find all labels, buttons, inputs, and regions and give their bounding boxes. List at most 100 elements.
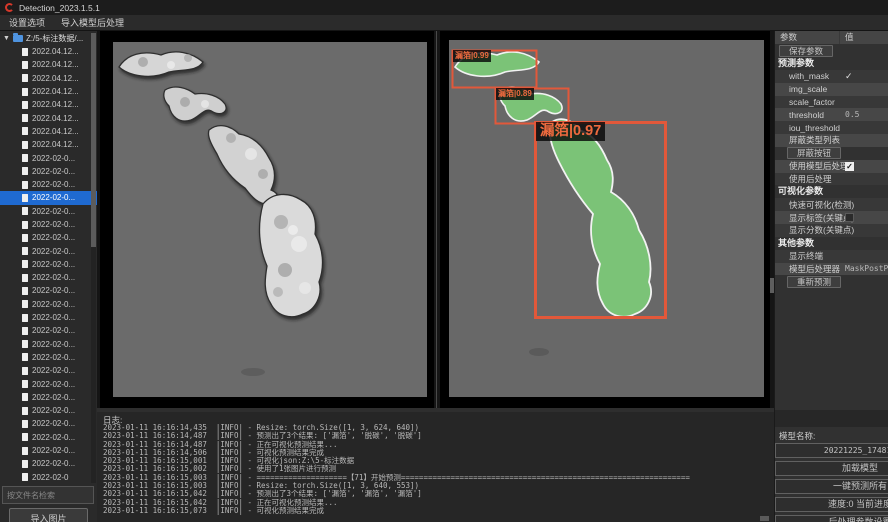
log-lines[interactable]: 2023-01-11 16:16:14,435 |INFO| - Resize:…	[103, 424, 764, 516]
param-row-scale-factor[interactable]: scale_factor	[775, 96, 888, 109]
app-icon	[5, 3, 14, 12]
param-row-use-postprocess[interactable]: 使用后处理	[775, 173, 888, 186]
file-icon	[22, 127, 28, 135]
file-icon	[22, 274, 28, 282]
param-row-show-terminal[interactable]: 显示终端	[775, 250, 888, 263]
tree-item[interactable]: 2022.04.12...	[0, 85, 97, 98]
mask-button[interactable]: 屏蔽按钮	[787, 147, 841, 159]
tree-item[interactable]: 2022-02-0...	[0, 231, 97, 244]
params-table-header: 参数 值	[775, 31, 888, 44]
tree-item-label: 2022-02-0...	[32, 446, 75, 455]
show-labels-checkbox[interactable]	[845, 213, 854, 222]
tree-item[interactable]: 2022-02-0...	[0, 431, 97, 444]
tree-item-label: 2022-02-0...	[32, 260, 75, 269]
center-area: 漏箔|0.99 漏箔|0.89 漏箔|0.97 日志: 2023-01-11 1…	[97, 31, 774, 522]
postprocess-settings-button[interactable]: 后处理参数设置	[775, 515, 888, 522]
tree-item[interactable]: 2022-02-0...	[0, 205, 97, 218]
file-icon	[22, 380, 28, 388]
expander-icon[interactable]: ▼	[3, 35, 10, 42]
file-icon	[22, 393, 28, 401]
file-icon	[22, 194, 28, 202]
tree-item[interactable]: 2022.04.12...	[0, 58, 97, 71]
tree-item-label: 2022-02-0...	[32, 326, 75, 335]
tree-item[interactable]: 2022.04.12...	[0, 98, 97, 111]
original-image-panel[interactable]	[100, 31, 434, 408]
tree-item-label: 2022-02-0...	[32, 193, 75, 202]
param-row-threshold[interactable]: threshold 0.5	[775, 108, 888, 121]
file-icon	[22, 340, 28, 348]
params-header-value: 值	[839, 31, 888, 44]
tree-item[interactable]: 2022-02-0	[0, 471, 97, 484]
tree-item[interactable]: 2022.04.12...	[0, 111, 97, 124]
tree-item[interactable]: 2022.04.12...	[0, 45, 97, 58]
tree-item[interactable]: 2022-02-0...	[0, 364, 97, 377]
param-row-with-mask[interactable]: with_mask ✓	[775, 70, 888, 83]
tree-item[interactable]: 2022.04.12...	[0, 125, 97, 138]
tree-item[interactable]: 2022-02-0...	[0, 377, 97, 390]
tree-item[interactable]: 2022-02-0...	[0, 338, 97, 351]
file-icon	[22, 234, 28, 242]
tree-item[interactable]: 2022.04.12...	[0, 138, 97, 151]
tree-item[interactable]: 2022-02-0...	[0, 324, 97, 337]
tree-item[interactable]: 2022-02-0...	[0, 191, 97, 204]
tree-item[interactable]: 2022-02-0...	[0, 404, 97, 417]
file-icon	[22, 314, 28, 322]
tree-scrollbar-thumb[interactable]	[91, 33, 96, 247]
param-row-use-model-postprocess[interactable]: 使用模型后处理 ✓	[775, 160, 888, 173]
model-postprocessor-value: MaskPostPro	[841, 264, 888, 273]
tree-item[interactable]: 2022.04.12...	[0, 72, 97, 85]
original-image	[113, 42, 427, 397]
use-model-postprocess-checkbox[interactable]: ✓	[845, 162, 854, 171]
tree-item[interactable]: 2022-02-0...	[0, 258, 97, 271]
file-icon	[22, 141, 28, 149]
prediction-image-panel[interactable]: 漏箔|0.99 漏箔|0.89 漏箔|0.97	[440, 31, 770, 408]
log-horizontal-scrollbar-thumb[interactable]	[760, 516, 769, 521]
tree-item[interactable]: 2022-02-0...	[0, 151, 97, 164]
file-icon	[22, 74, 28, 82]
threshold-value: 0.5	[841, 110, 888, 119]
model-name-label: 模型名称:	[779, 430, 815, 442]
title-bar: Detection_2023.1.5.1	[0, 0, 888, 15]
tree-item[interactable]: 2022-02-0...	[0, 391, 97, 404]
file-icon	[22, 473, 28, 481]
menu-bar: 设置选项 导入模型后处理	[0, 15, 888, 31]
predict-all-button[interactable]: 一键预测所有	[775, 479, 888, 494]
menu-settings-options[interactable]: 设置选项	[9, 16, 45, 29]
model-name-field[interactable]: 20221225_174813	[775, 443, 888, 458]
param-row-model-postprocessor[interactable]: 模型后处理器 MaskPostPro	[775, 263, 888, 276]
file-icon	[22, 247, 28, 255]
tree-item[interactable]: 2022-02-0...	[0, 244, 97, 257]
param-row-mask-type-list[interactable]: 屏蔽类型列表	[775, 134, 888, 147]
window-title: Detection_2023.1.5.1	[19, 3, 100, 13]
param-row-iou-threshold[interactable]: iou_threshold	[775, 121, 888, 134]
tree-item[interactable]: 2022-02-0...	[0, 165, 97, 178]
tree-item[interactable]: 2022-02-0...	[0, 417, 97, 430]
folder-icon	[13, 35, 23, 42]
tree-item[interactable]: 2022-02-0...	[0, 178, 97, 191]
tree-item[interactable]: 2022-02-0...	[0, 311, 97, 324]
tree-item[interactable]: 2022-02-0...	[0, 457, 97, 470]
param-row-quick-visualization[interactable]: 快速可视化(检测)	[775, 198, 888, 211]
param-row-img-scale[interactable]: img_scale	[775, 83, 888, 96]
file-icon	[22, 460, 28, 468]
tree-root-folder[interactable]: ▼ Z:/5-标注数据/...	[0, 31, 97, 45]
tree-item[interactable]: 2022-02-0...	[0, 271, 97, 284]
tree-item[interactable]: 2022-02-0...	[0, 298, 97, 311]
file-icon	[22, 167, 28, 175]
tree-item[interactable]: 2022-02-0...	[0, 284, 97, 297]
save-params-button[interactable]: 保存参数	[779, 45, 833, 57]
file-icon	[22, 300, 28, 308]
tree-scrollbar[interactable]	[91, 33, 96, 483]
import-images-button[interactable]: 导入图片	[9, 508, 88, 522]
load-model-button[interactable]: 加载模型	[775, 461, 888, 476]
tree-item-label: 2022-02-0...	[32, 313, 75, 322]
tree-item[interactable]: 2022-02-0...	[0, 351, 97, 364]
menu-import-model-postprocess[interactable]: 导入模型后处理	[61, 16, 124, 29]
tree-item[interactable]: 2022-02-0...	[0, 218, 97, 231]
param-row-show-labels[interactable]: 显示标签(关键点)	[775, 211, 888, 224]
repredict-button[interactable]: 重新预测	[787, 276, 841, 288]
filename-search-input[interactable]	[2, 486, 94, 504]
param-row-show-scores[interactable]: 显示分数(关键点)	[775, 224, 888, 237]
tree-item-label: 2022.04.12...	[32, 60, 79, 69]
tree-item[interactable]: 2022-02-0...	[0, 444, 97, 457]
